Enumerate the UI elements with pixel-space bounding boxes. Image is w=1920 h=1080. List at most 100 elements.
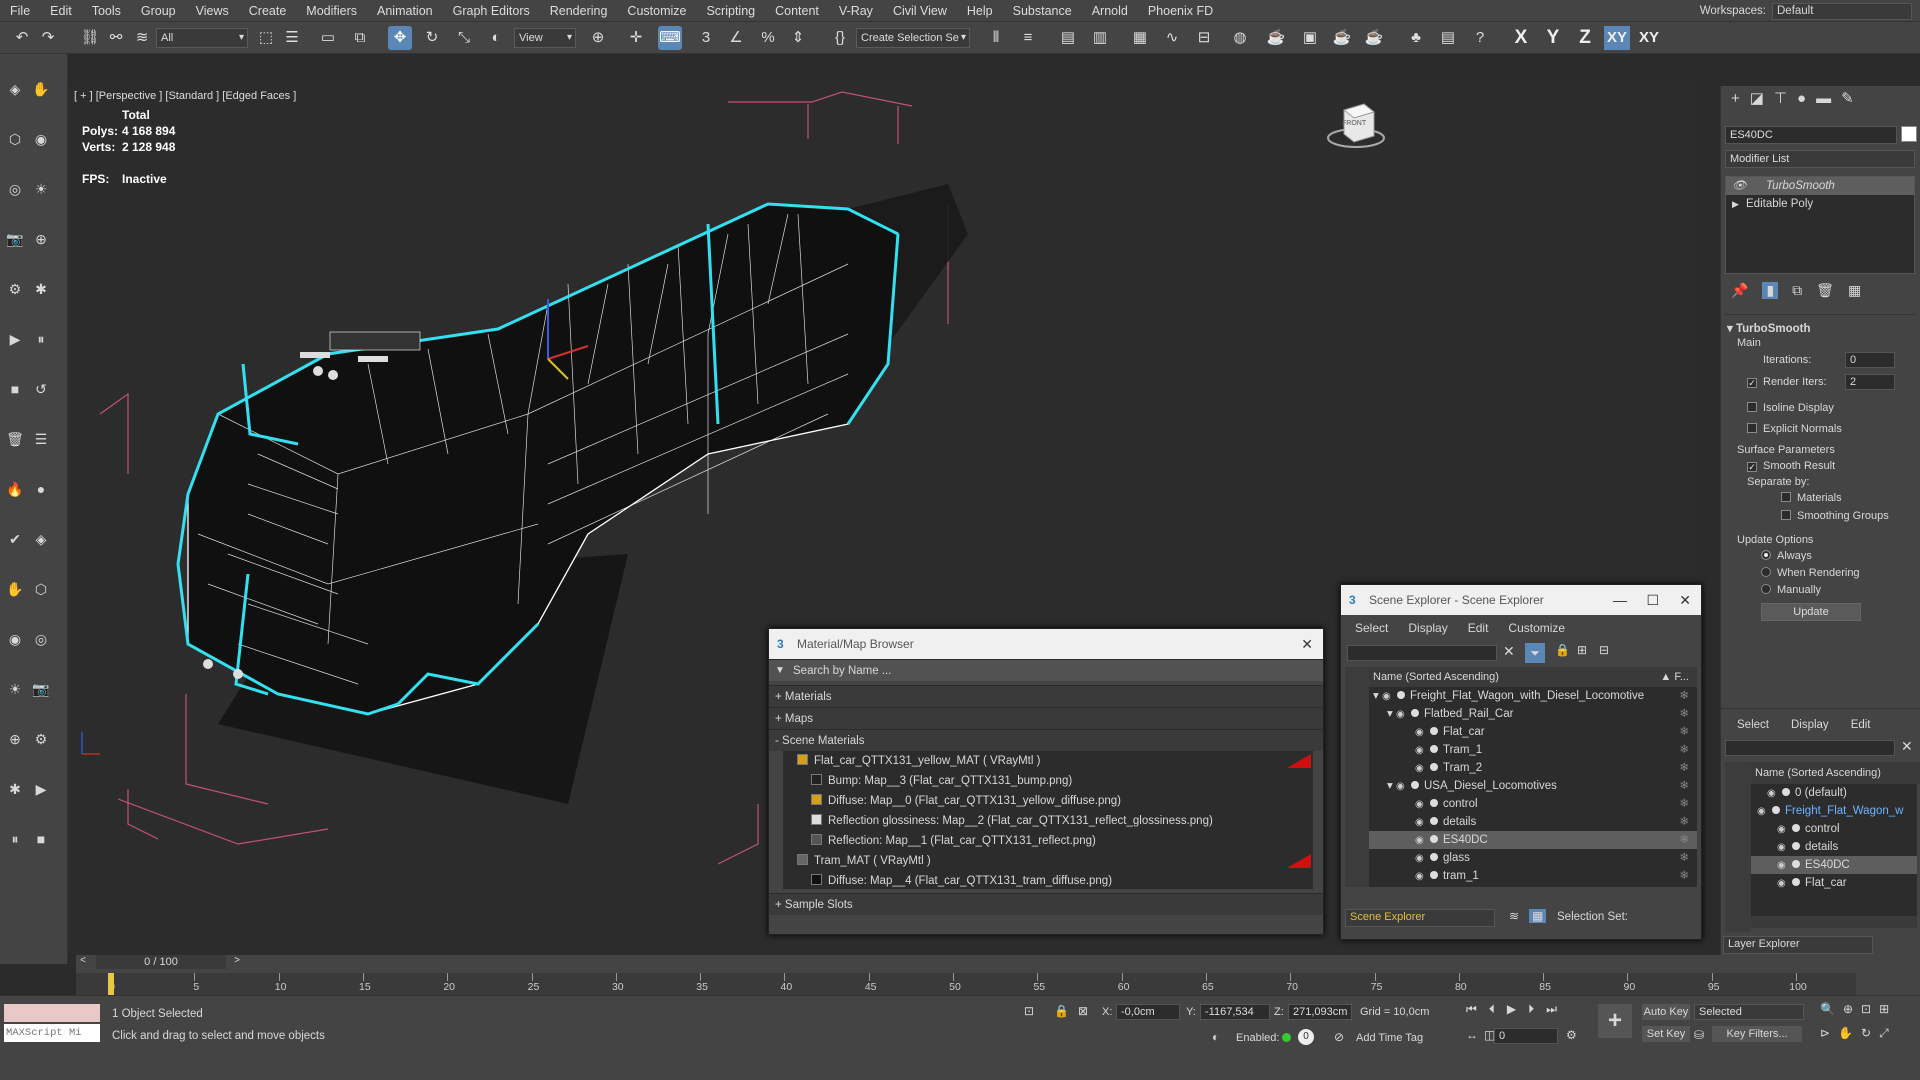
visibility-eye-icon[interactable]: ◉ [1415,886,1425,887]
isolate-icon[interactable]: ⊡ [1024,1004,1034,1018]
go-to-end-icon[interactable]: ⏭ [1546,1002,1557,1017]
scene-tree-row[interactable]: ◉ Tram_2 ❄ [1369,759,1697,777]
menu-file[interactable]: File [0,0,40,22]
check-icon[interactable]: ✔ [4,528,26,550]
scene-explorer-menu-customize[interactable]: Customize [1508,621,1565,639]
menu-customize[interactable]: Customize [617,0,696,22]
visibility-eye-icon[interactable]: ◉ [1415,760,1425,778]
place-icon[interactable]: ◐ [484,26,508,50]
selection-filter-dropdown[interactable]: All [156,28,248,48]
zoom-extents-icon[interactable]: ⊡ [1861,1002,1871,1016]
scene-tree-row[interactable]: ◉ details ❄ [1369,813,1697,831]
menu-graph-editors[interactable]: Graph Editors [443,0,540,22]
sphere-icon[interactable]: ● [30,478,52,500]
scene-tree-row[interactable]: ◉ Tram_1 ❄ [1369,741,1697,759]
named-selection-dropdown[interactable]: Create Selection Se [856,28,970,48]
pivot-center-icon[interactable]: ⊕ [586,26,610,50]
smooth-result-checkbox[interactable]: ✓ Smooth Result [1747,460,1835,472]
modify-tab-icon[interactable]: ◪ [1750,86,1764,112]
visibility-eye-icon[interactable]: ◉ [1382,688,1392,706]
stack-eye-icon[interactable]: 👁 [1732,177,1747,195]
animate-icon[interactable]: ▶ [30,778,52,800]
material-row[interactable]: Flat_car_QTTX131_yellow_MAT ( VRayMtl ) [783,751,1313,771]
fov-icon[interactable]: ⊳ [1820,1026,1830,1041]
time-slider-next-icon[interactable]: > [230,955,244,969]
visibility-eye-icon[interactable]: ◉ [1777,857,1787,875]
axis-y-button[interactable]: Y [1540,26,1566,50]
layer-explorer-menu-edit[interactable]: Edit [1851,719,1871,731]
axis-x-button[interactable]: X [1508,26,1534,50]
layer-explorer-toggle-icon[interactable]: ▥ [1088,26,1112,50]
pin-stack-icon[interactable]: 📌 [1731,282,1748,299]
close-icon[interactable]: ✕ [1301,629,1313,659]
smoothing-groups-checkbox[interactable]: Smoothing Groups [1781,510,1889,522]
ribbon-toggle-icon[interactable]: ▦ [1128,26,1152,50]
pan-icon[interactable]: ✋ [1838,1026,1853,1041]
expand-arrow-icon[interactable]: ▾ [1373,690,1382,702]
scene-explorer-menu-display[interactable]: Display [1408,621,1447,639]
x-coordinate-field[interactable]: -0,0cm [1116,1004,1180,1020]
scene-tree-row[interactable]: ◉tram_2❄ [1369,885,1697,887]
align-icon[interactable]: ≡ [1016,26,1040,50]
previous-frame-icon[interactable]: ⏴ [1489,1002,1495,1017]
stop-icon[interactable]: ■ [30,828,52,850]
freeze-icon[interactable]: ❄ [1679,867,1689,885]
display-tab-icon[interactable]: ▬ [1816,86,1831,112]
menu-animation[interactable]: Animation [367,0,443,22]
key-filters-button[interactable]: Key Filters... [1712,1026,1802,1042]
selection-set-icon[interactable]: ▦ [1529,909,1547,923]
workspace-selector[interactable]: Workspaces: Default [1700,0,1912,22]
visibility-eye-icon[interactable]: ◉ [1777,821,1787,839]
time-slider-prev-icon[interactable]: < [76,955,90,969]
minimize-icon[interactable]: — [1613,585,1627,615]
scene-tree-row[interactable]: ◉ tram_1 ❄ [1369,867,1697,885]
freeze-icon[interactable]: ❄ [1679,723,1689,741]
scene-tree-row[interactable]: ◉ control ❄ [1369,795,1697,813]
materials-checkbox[interactable]: Materials [1781,492,1842,504]
remove-modifier-icon[interactable]: 🗑 [1816,282,1834,299]
material-row[interactable]: Diffuse: Map__4 (Flat_car_QTTX131_tram_d… [783,871,1313,889]
orbit-icon[interactable]: ↻ [1861,1026,1871,1041]
rewind-icon[interactable]: ↺ [30,378,52,400]
materials-section[interactable]: + Materials [769,685,1323,707]
menu-scripting[interactable]: Scripting [696,0,765,22]
play-icon[interactable]: ▶ [1507,1002,1516,1017]
layer-tree-row[interactable]: ◉ control [1751,820,1917,838]
material-row[interactable]: Diffuse: Map__0 (Flat_car_QTTX131_yellow… [783,791,1313,811]
menu-tools[interactable]: Tools [82,0,131,22]
visibility-eye-icon[interactable]: ◉ [1415,814,1425,832]
search-options-arrow-icon[interactable]: ▼ [775,660,785,682]
set-key-big-icon[interactable]: + [1598,1004,1632,1038]
visibility-eye-icon[interactable]: ◉ [1415,832,1425,850]
visibility-eye-icon[interactable]: ◉ [1396,706,1406,724]
filter-icon[interactable]: ⏷ [1525,643,1545,663]
material-search-field[interactable]: ▼ Search by Name ... [769,659,1323,681]
axis-z-button[interactable]: Z [1572,26,1598,50]
layer-explorer-menu-display[interactable]: Display [1791,719,1829,731]
axis-xy-button[interactable]: XY [1604,26,1630,50]
isoline-checkbox[interactable]: Isoline Display [1747,402,1834,414]
freeze-icon[interactable]: ❄ [1679,687,1689,705]
menu-phoenix-fd[interactable]: Phoenix FD [1138,0,1223,22]
configure-sets-icon[interactable]: ▦ [1848,282,1861,299]
menu-rendering[interactable]: Rendering [540,0,618,22]
rect-selection-icon[interactable]: ▭ [316,26,340,50]
helper-icon[interactable]: ⊕ [30,228,52,250]
menu-help[interactable]: Help [957,0,1003,22]
iterations-spinner[interactable]: 0 [1845,352,1895,368]
material-row[interactable]: Tram_MAT ( VRayMtl ) [783,851,1313,871]
reference-coord-dropdown[interactable]: View [514,28,576,48]
time-tag-icon[interactable]: ⊘ [1334,1030,1344,1044]
layer-explorer-header[interactable]: Name (Sorted Ascending) [1751,762,1920,784]
scene-tree-row[interactable]: ▾ ◉ USA_Diesel_Locomotives ❄ [1369,777,1697,795]
lock-icon[interactable]: 🔒 [1555,643,1570,657]
zoom-all-icon[interactable]: ⊕ [1843,1002,1853,1016]
edit-named-sets-icon[interactable]: {} [828,26,852,50]
visibility-eye-icon[interactable]: ◉ [1415,850,1425,868]
sample-slots-section[interactable]: + Sample Slots [769,893,1323,915]
scene-explorer-menu-edit[interactable]: Edit [1468,621,1489,639]
y-coordinate-field[interactable]: -1167,534 [1200,1004,1270,1020]
rendered-frame-icon[interactable]: ▣ [1298,26,1322,50]
layer-tree-row[interactable]: ◉ 0 (default) [1751,784,1917,802]
freeze-icon[interactable]: ❄ [1679,831,1689,849]
